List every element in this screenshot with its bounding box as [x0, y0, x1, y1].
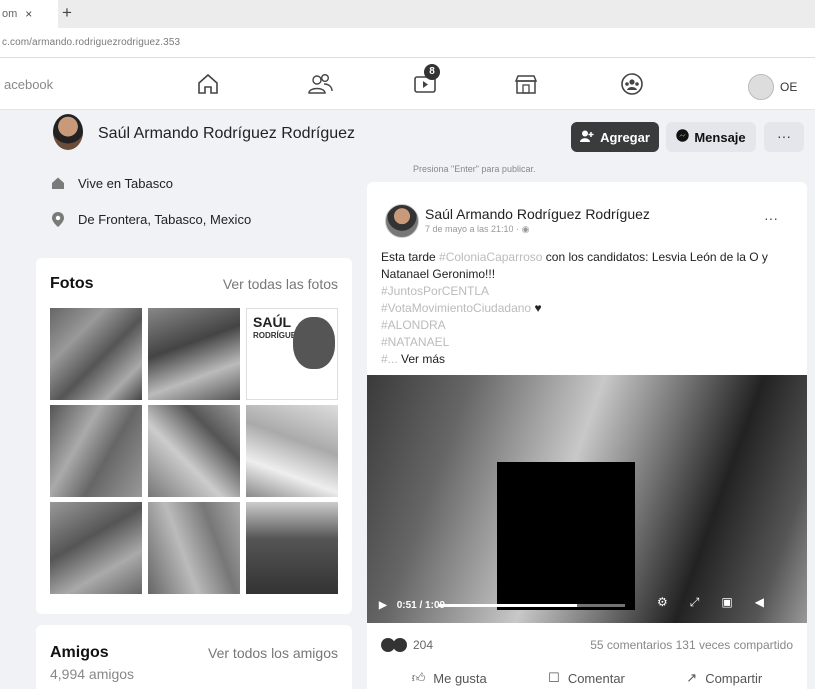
hashtag-link[interactable]: #...: [381, 352, 398, 366]
info-from: De Frontera, Tabasco, Mexico: [50, 211, 251, 227]
hashtag-link[interactable]: #ColoniaCaparroso: [439, 250, 542, 264]
like-button[interactable]: 👍︎ Me gusta: [412, 670, 487, 686]
see-all-friends-link[interactable]: Ver todos los amigos: [208, 645, 338, 661]
post-author-avatar[interactable]: [385, 204, 419, 238]
heart-emoji-icon: ♥: [531, 301, 542, 315]
video-actions: ⚙ ⤢ ▣ ◀: [657, 595, 764, 610]
hashtag-link[interactable]: #JuntosPorCENTLA: [381, 284, 489, 298]
post-video[interactable]: ▶ 0:51 / 1:09 ⚙ ⤢ ▣ ◀: [367, 375, 807, 623]
poster-title: SAÚL: [253, 314, 292, 330]
volume-icon[interactable]: ◀: [755, 595, 764, 610]
thumbs-up-icon: 👍︎: [411, 670, 426, 685]
marketplace-icon[interactable]: [511, 69, 541, 99]
lives-place[interactable]: Tabasco: [125, 176, 173, 191]
photo-thumbnail[interactable]: [148, 308, 240, 400]
see-all-photos-link[interactable]: Ver todas las fotos: [223, 276, 338, 292]
profile-name[interactable]: Saúl Armando Rodríguez Rodríguez: [98, 125, 355, 143]
avatar[interactable]: [748, 74, 774, 100]
friends-count: 4,994 amigos: [50, 666, 135, 682]
add-friend-button[interactable]: Agregar: [571, 122, 659, 152]
video-time: 0:51 / 1:09: [396, 599, 446, 611]
new-tab-icon[interactable]: +: [62, 3, 72, 23]
info-lives-in: Vive en Tabasco: [50, 175, 173, 191]
account-label: OE: [780, 80, 798, 94]
redaction-box: [497, 462, 635, 610]
location-pin-icon: [50, 211, 66, 227]
photos-card: Fotos Ver todas las fotos SAÚL RODRÍGUEZ: [36, 258, 352, 614]
photo-thumbnail[interactable]: [50, 405, 142, 497]
photo-thumbnail[interactable]: [148, 405, 240, 497]
love-reaction-icon: [393, 638, 407, 652]
share-icon: ↗: [686, 670, 698, 685]
video-progress-fill: [439, 604, 577, 607]
add-friend-label: Agregar: [600, 129, 650, 145]
post-author[interactable]: Saúl Armando Rodríguez Rodríguez: [425, 206, 650, 222]
home-icon[interactable]: [193, 69, 223, 99]
comment-label: Comentar: [567, 670, 625, 686]
address-bar[interactable]: c.com/armando.rodriguezrodriguez.353: [0, 28, 815, 58]
photo-thumbnail[interactable]: [246, 502, 338, 594]
friends-icon[interactable]: [305, 69, 335, 99]
mini-player-icon[interactable]: ▣: [721, 595, 732, 610]
from-place[interactable]: Frontera, Tabasco, Mexico: [98, 212, 251, 227]
photo-thumbnail[interactable]: [50, 308, 142, 400]
comment-button[interactable]: ☐ Comentar: [548, 670, 625, 686]
engagement-stats[interactable]: 55 comentarios 131 veces compartido: [590, 638, 793, 652]
hashtag-link[interactable]: #NATANAEL: [381, 335, 449, 349]
globe-icon: ◉: [521, 224, 530, 234]
photos-title: Fotos: [50, 275, 94, 292]
hashtag-link[interactable]: #VotaMovimientoCiudadano: [381, 301, 531, 315]
hashtag-link[interactable]: #ALONDRA: [381, 318, 446, 332]
tab-close-icon[interactable]: ×: [25, 7, 32, 21]
reaction-count: 204: [413, 638, 434, 652]
tab-label: om: [2, 8, 18, 20]
fullscreen-icon[interactable]: ⤢: [690, 595, 700, 610]
groups-icon[interactable]: [617, 69, 647, 99]
lives-prefix: Vive en: [78, 175, 125, 191]
message-label: Mensaje: [694, 129, 746, 145]
notification-badge: 8: [424, 64, 440, 80]
facebook-navbar: acebook: [0, 58, 815, 110]
post-card: Saúl Armando Rodríguez Rodríguez 7 de ma…: [367, 182, 807, 689]
messenger-icon: [676, 129, 690, 145]
account-menu[interactable]: OE: [748, 74, 797, 100]
photo-thumbnail[interactable]: [50, 502, 142, 594]
post-text-intro: Esta tarde: [381, 250, 440, 264]
like-label: Me gusta: [433, 670, 487, 686]
friends-card: Amigos Ver todos los amigos 4,994 amigos: [36, 625, 352, 689]
comment-icon: ☐: [548, 670, 560, 685]
poster-portrait: [293, 317, 335, 369]
friends-title: Amigos: [50, 644, 109, 661]
browser-tab[interactable]: om ×: [0, 0, 58, 28]
share-label: Compartir: [705, 670, 763, 686]
post-timestamp[interactable]: 7 de mayo a las 21:10 · ◉: [425, 224, 529, 235]
composer-hint: Presiona "Enter" para publicar.: [413, 164, 536, 174]
settings-icon[interactable]: ⚙: [657, 595, 668, 610]
photo-thumbnail[interactable]: [148, 502, 240, 594]
post-more-button[interactable]: ···: [764, 210, 778, 226]
browser-tabbar: om × +: [0, 0, 815, 28]
url-text[interactable]: c.com/armando.rodriguezrodriguez.353: [2, 37, 180, 48]
facebook-logo[interactable]: acebook: [4, 77, 53, 92]
profile-avatar[interactable]: [53, 114, 83, 150]
from-prefix: De: [78, 211, 99, 227]
message-button[interactable]: Mensaje: [666, 122, 756, 152]
post-date: 7 de mayo a las 21:10 ·: [425, 224, 522, 234]
see-more-link[interactable]: Ver más: [398, 352, 445, 366]
share-button[interactable]: ↗ Compartir: [686, 670, 762, 686]
profile-more-button[interactable]: ···: [764, 122, 804, 152]
play-icon[interactable]: ▶: [379, 600, 387, 611]
add-friend-icon: [580, 130, 594, 145]
photo-thumbnail[interactable]: [246, 405, 338, 497]
photo-thumbnail[interactable]: SAÚL RODRÍGUEZ: [246, 308, 338, 400]
post-actions: 👍︎ Me gusta ☐ Comentar ↗ Compartir: [381, 670, 793, 686]
post-body: Esta tarde #ColoniaCaparroso con los can…: [381, 249, 793, 368]
home-filled-icon: [50, 175, 66, 191]
reactions-summary[interactable]: 204: [381, 638, 433, 652]
video-progress-bar[interactable]: [439, 604, 625, 607]
